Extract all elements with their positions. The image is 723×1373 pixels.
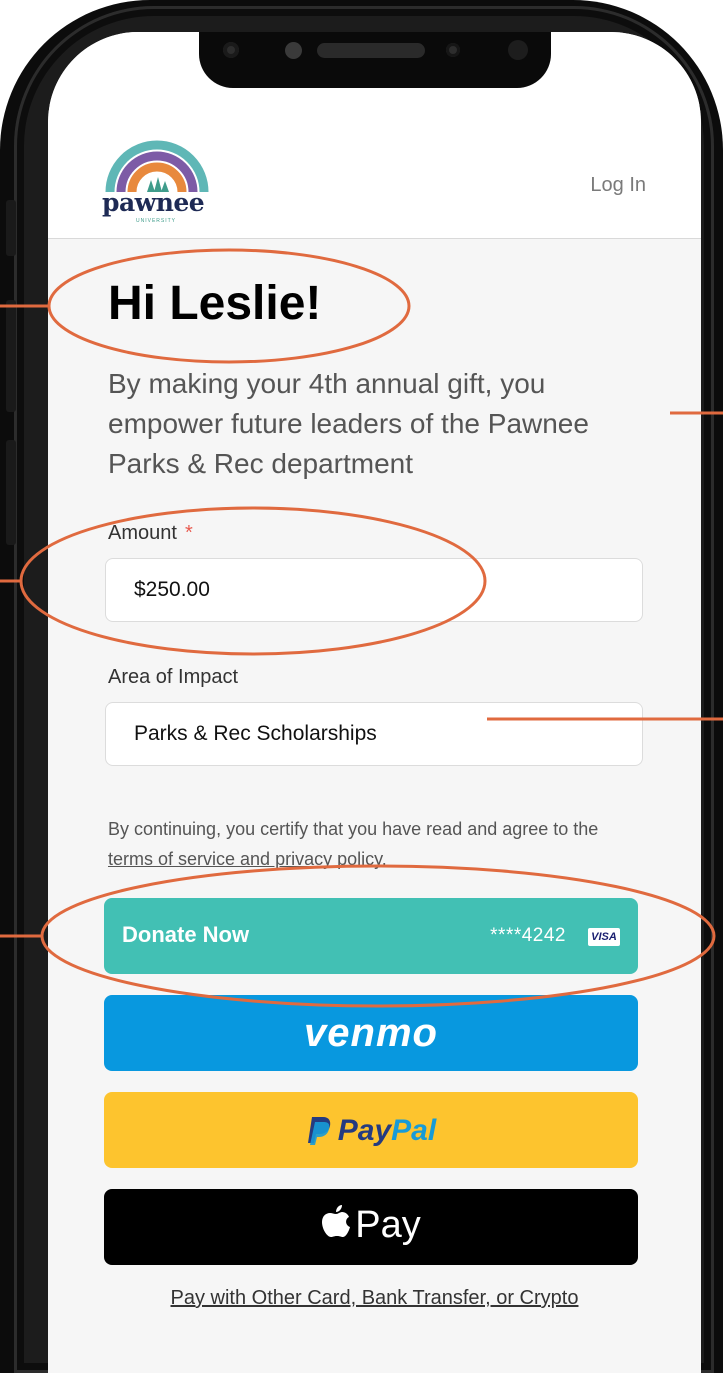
terms-notice: By continuing, you certify that you have… — [108, 814, 648, 874]
apple-pay-label: Pay — [355, 1204, 421, 1246]
front-camera-icon — [446, 43, 460, 57]
proximity-sensor-icon — [508, 40, 528, 60]
pawnee-university-logo[interactable]: pawnee UNIVERSITY — [102, 134, 212, 224]
donate-now-button[interactable]: Donate Now ****4242 VISA — [104, 898, 638, 974]
paypal-label-part1: Pay — [337, 1114, 392, 1147]
venmo-button[interactable]: venmo — [104, 995, 638, 1071]
area-of-impact-select[interactable]: Parks & Rec Scholarships — [105, 702, 643, 766]
greeting-heading: Hi Leslie! — [108, 277, 322, 330]
phone-screen: pawnee UNIVERSITY Log In Hi Leslie! By m… — [48, 32, 701, 1373]
phone-side-button — [6, 200, 16, 256]
apple-pay-logo: Pay — [104, 1204, 638, 1247]
terms-link[interactable]: terms of service and privacy policy — [108, 849, 382, 869]
phone-notch — [199, 32, 551, 88]
venmo-logo: venmo — [304, 1011, 438, 1055]
amount-label-text: Amount — [108, 522, 177, 544]
apple-pay-button[interactable]: Pay — [104, 1189, 638, 1265]
paypal-button[interactable]: PayPal — [104, 1092, 638, 1168]
phone-volume-up-button — [6, 300, 16, 412]
logo-subtext: UNIVERSITY — [136, 218, 177, 224]
paypal-label-part2: Pal — [391, 1114, 437, 1147]
terms-prefix: By continuing, you certify that you have… — [108, 819, 599, 839]
amount-label: Amount * — [108, 522, 193, 545]
other-payment-methods-link[interactable]: Pay with Other Card, Bank Transfer, or C… — [48, 1287, 701, 1310]
speaker-grille — [317, 43, 425, 58]
login-link[interactable]: Log In — [590, 174, 646, 197]
required-asterisk: * — [184, 522, 193, 544]
phone-volume-down-button — [6, 440, 16, 545]
area-of-impact-label: Area of Impact — [108, 666, 239, 688]
apple-icon — [322, 1205, 351, 1237]
phone-frame: pawnee UNIVERSITY Log In Hi Leslie! By m… — [0, 0, 723, 1373]
paypal-icon — [307, 1117, 331, 1145]
camera-lens-icon — [223, 42, 239, 58]
visa-card-icon: VISA — [588, 928, 620, 946]
terms-suffix: . — [381, 849, 387, 869]
logo-wordmark: pawnee — [102, 188, 205, 217]
saved-card-number: ****4242 — [490, 925, 566, 946]
rainbow-logo-icon — [105, 140, 209, 193]
donate-now-label: Donate Now — [122, 922, 250, 947]
paypal-logo: PayPal — [104, 1114, 638, 1148]
sensor-dot-icon — [285, 42, 302, 59]
amount-input[interactable]: $250.00 — [105, 558, 643, 622]
gift-description: By making your 4th annual gift, you empo… — [108, 368, 589, 479]
